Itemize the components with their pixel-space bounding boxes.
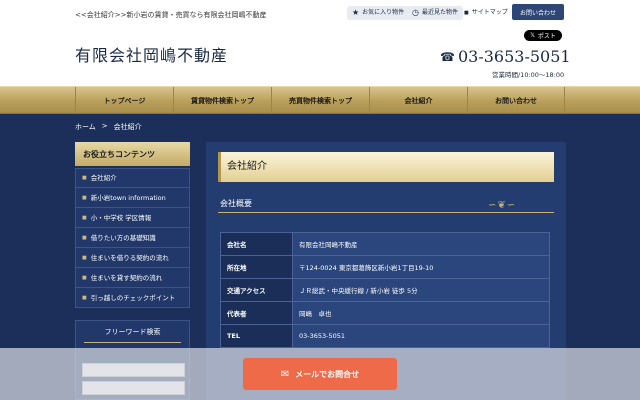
sidebar-item-moving-checklist[interactable]: ■ 引っ越しのチェックポイント	[75, 288, 190, 308]
favorites-label: お気に入り物件	[362, 9, 405, 16]
bullet-icon: ■	[82, 294, 87, 301]
star-icon: ★	[352, 8, 360, 17]
breadcrumb-home[interactable]: ホーム	[75, 122, 96, 132]
site-title-logo[interactable]: 有限会社岡嶋不動産	[75, 42, 228, 66]
nav-item-sale-search[interactable]: 売買物件検索トップ	[271, 87, 369, 114]
sidebar-item-label: 引っ越しのチェックポイント	[90, 293, 176, 302]
x-post-label: ポスト	[537, 33, 556, 40]
table-value[interactable]: 03-3653-5051	[292, 324, 550, 348]
table-row: 所在地 〒124-0024 東京都葛飾区新小岩1丁目19-10	[220, 255, 550, 279]
flourish-ornament-icon: ∽❦∽	[488, 200, 517, 211]
company-info-table: 会社名 有限会社岡嶋不動産 所在地 〒124-0024 東京都葛飾区新小岩1丁目…	[220, 232, 550, 348]
sidebar-item-label: 会社紹介	[90, 174, 117, 182]
sitemap-label: サイトマップ	[471, 9, 508, 16]
table-value: 有限会社岡嶋不動産	[292, 232, 550, 256]
x-logo-icon: 𝕏	[530, 32, 535, 39]
breadcrumb-current: 会社紹介	[113, 123, 142, 131]
table-row: 会社名 有限会社岡嶋不動産	[220, 232, 550, 256]
sidebar-item-town-info[interactable]: ■ 新小岩town information	[75, 188, 190, 208]
mail-contact-button[interactable]: ✉ メールでお問合せ	[243, 358, 397, 390]
section-divider	[218, 212, 554, 213]
breadcrumb: ホーム > 会社紹介	[75, 122, 142, 132]
table-value: 〒124-0024 東京都葛飾区新小岩1丁目19-10	[292, 255, 550, 279]
sidebar-item-company[interactable]: ■ 会社紹介	[75, 168, 190, 188]
header-phone[interactable]: ☎ 03-3653-5051	[440, 47, 571, 66]
section-title: 会社概要	[220, 199, 252, 208]
nav-item-contact[interactable]: お問い合わせ	[467, 87, 565, 114]
square-bullet-icon: ■	[464, 10, 469, 16]
table-key: 所在地	[220, 255, 293, 279]
clock-icon: ◷	[412, 8, 419, 17]
business-hours: 営業時間/10:00〜18:00	[492, 71, 565, 79]
sidebar-item-label: 住まいを貸す契約の流れ	[90, 273, 163, 282]
table-key: 交通アクセス	[220, 278, 293, 302]
header-tagline: <<会社紹介>>新小岩の賃貸・売買なら有限会社岡嶋不動産	[75, 11, 267, 19]
page-title: 会社紹介	[218, 152, 554, 182]
freeword-search-heading: フリーワード検索	[84, 321, 181, 343]
envelope-icon: ✉	[280, 368, 290, 380]
sidebar-item-label: 小・中学校 学区情報	[90, 213, 152, 222]
site-header: <<会社紹介>>新小岩の賃貸・売買なら有限会社岡嶋不動産 有限会社岡嶋不動産 ★…	[0, 0, 640, 86]
table-key: 会社名	[220, 232, 293, 256]
table-row: TEL 03-3653-5051	[220, 324, 550, 348]
global-nav: トップページ 賃貸物件検索トップ 売買物件検索トップ 会社紹介 お問い合わせ	[0, 86, 640, 114]
sidebar-item-renter-basics[interactable]: ■ 借りたい方の基礎知識	[75, 228, 190, 248]
table-row: 代表者 岡嶋 卓也	[220, 301, 550, 325]
sidebar-item-rent-flow[interactable]: ■ 住まいを借りる契約の流れ	[75, 248, 190, 268]
x-post-button[interactable]: 𝕏 ポスト	[524, 30, 562, 41]
mail-contact-label: メールでお問合せ	[295, 369, 360, 379]
sidebar-item-school-district[interactable]: ■ 小・中学校 学区情報	[75, 208, 190, 228]
sitemap-link[interactable]: ■ サイトマップ	[464, 6, 508, 20]
bullet-icon: ■	[82, 234, 87, 241]
bullet-icon: ■	[82, 214, 87, 221]
recent-link[interactable]: ◷ 最近見た物件	[407, 6, 463, 20]
nav-item-top[interactable]: トップページ	[75, 87, 173, 114]
table-value: 岡嶋 卓也	[292, 301, 550, 325]
favorites-link[interactable]: ★ お気に入り物件	[347, 6, 410, 20]
phone-number: 03-3653-5051	[457, 47, 571, 66]
sidebar-item-label: 借りたい方の基礎知識	[90, 233, 156, 242]
phone-icon: ☎	[440, 49, 455, 64]
bullet-icon: ■	[82, 175, 87, 181]
recent-label: 最近見た物件	[421, 9, 458, 16]
sidebar-item-label: 住まいを借りる契約の流れ	[90, 253, 169, 262]
sidebar-menu: ■ 会社紹介 ■ 新小岩town information ■ 小・中学校 学区情報 ■…	[75, 168, 190, 308]
sidebar-item-lease-flow[interactable]: ■ 住まいを貸す契約の流れ	[75, 268, 190, 288]
table-value: ＪＲ総武・中央緩行線 / 新小岩 徒歩 5分	[292, 278, 550, 302]
table-key: 代表者	[220, 301, 293, 325]
header-contact-button[interactable]: お問い合わせ	[512, 4, 564, 20]
bullet-icon: ■	[82, 254, 87, 261]
sidebar-item-label: 新小岩town information	[90, 193, 166, 202]
nav-item-rent-search[interactable]: 賃貸物件検索トップ	[173, 87, 271, 114]
table-row: 交通アクセス ＪＲ総武・中央緩行線 / 新小岩 徒歩 5分	[220, 278, 550, 302]
nav-item-company[interactable]: 会社紹介	[369, 87, 467, 114]
bullet-icon: ■	[82, 194, 87, 201]
sidebar-heading: お役立ちコンテンツ	[75, 142, 190, 166]
table-key: TEL	[220, 324, 293, 348]
breadcrumb-separator: >	[101, 122, 108, 130]
bullet-icon: ■	[82, 274, 87, 281]
